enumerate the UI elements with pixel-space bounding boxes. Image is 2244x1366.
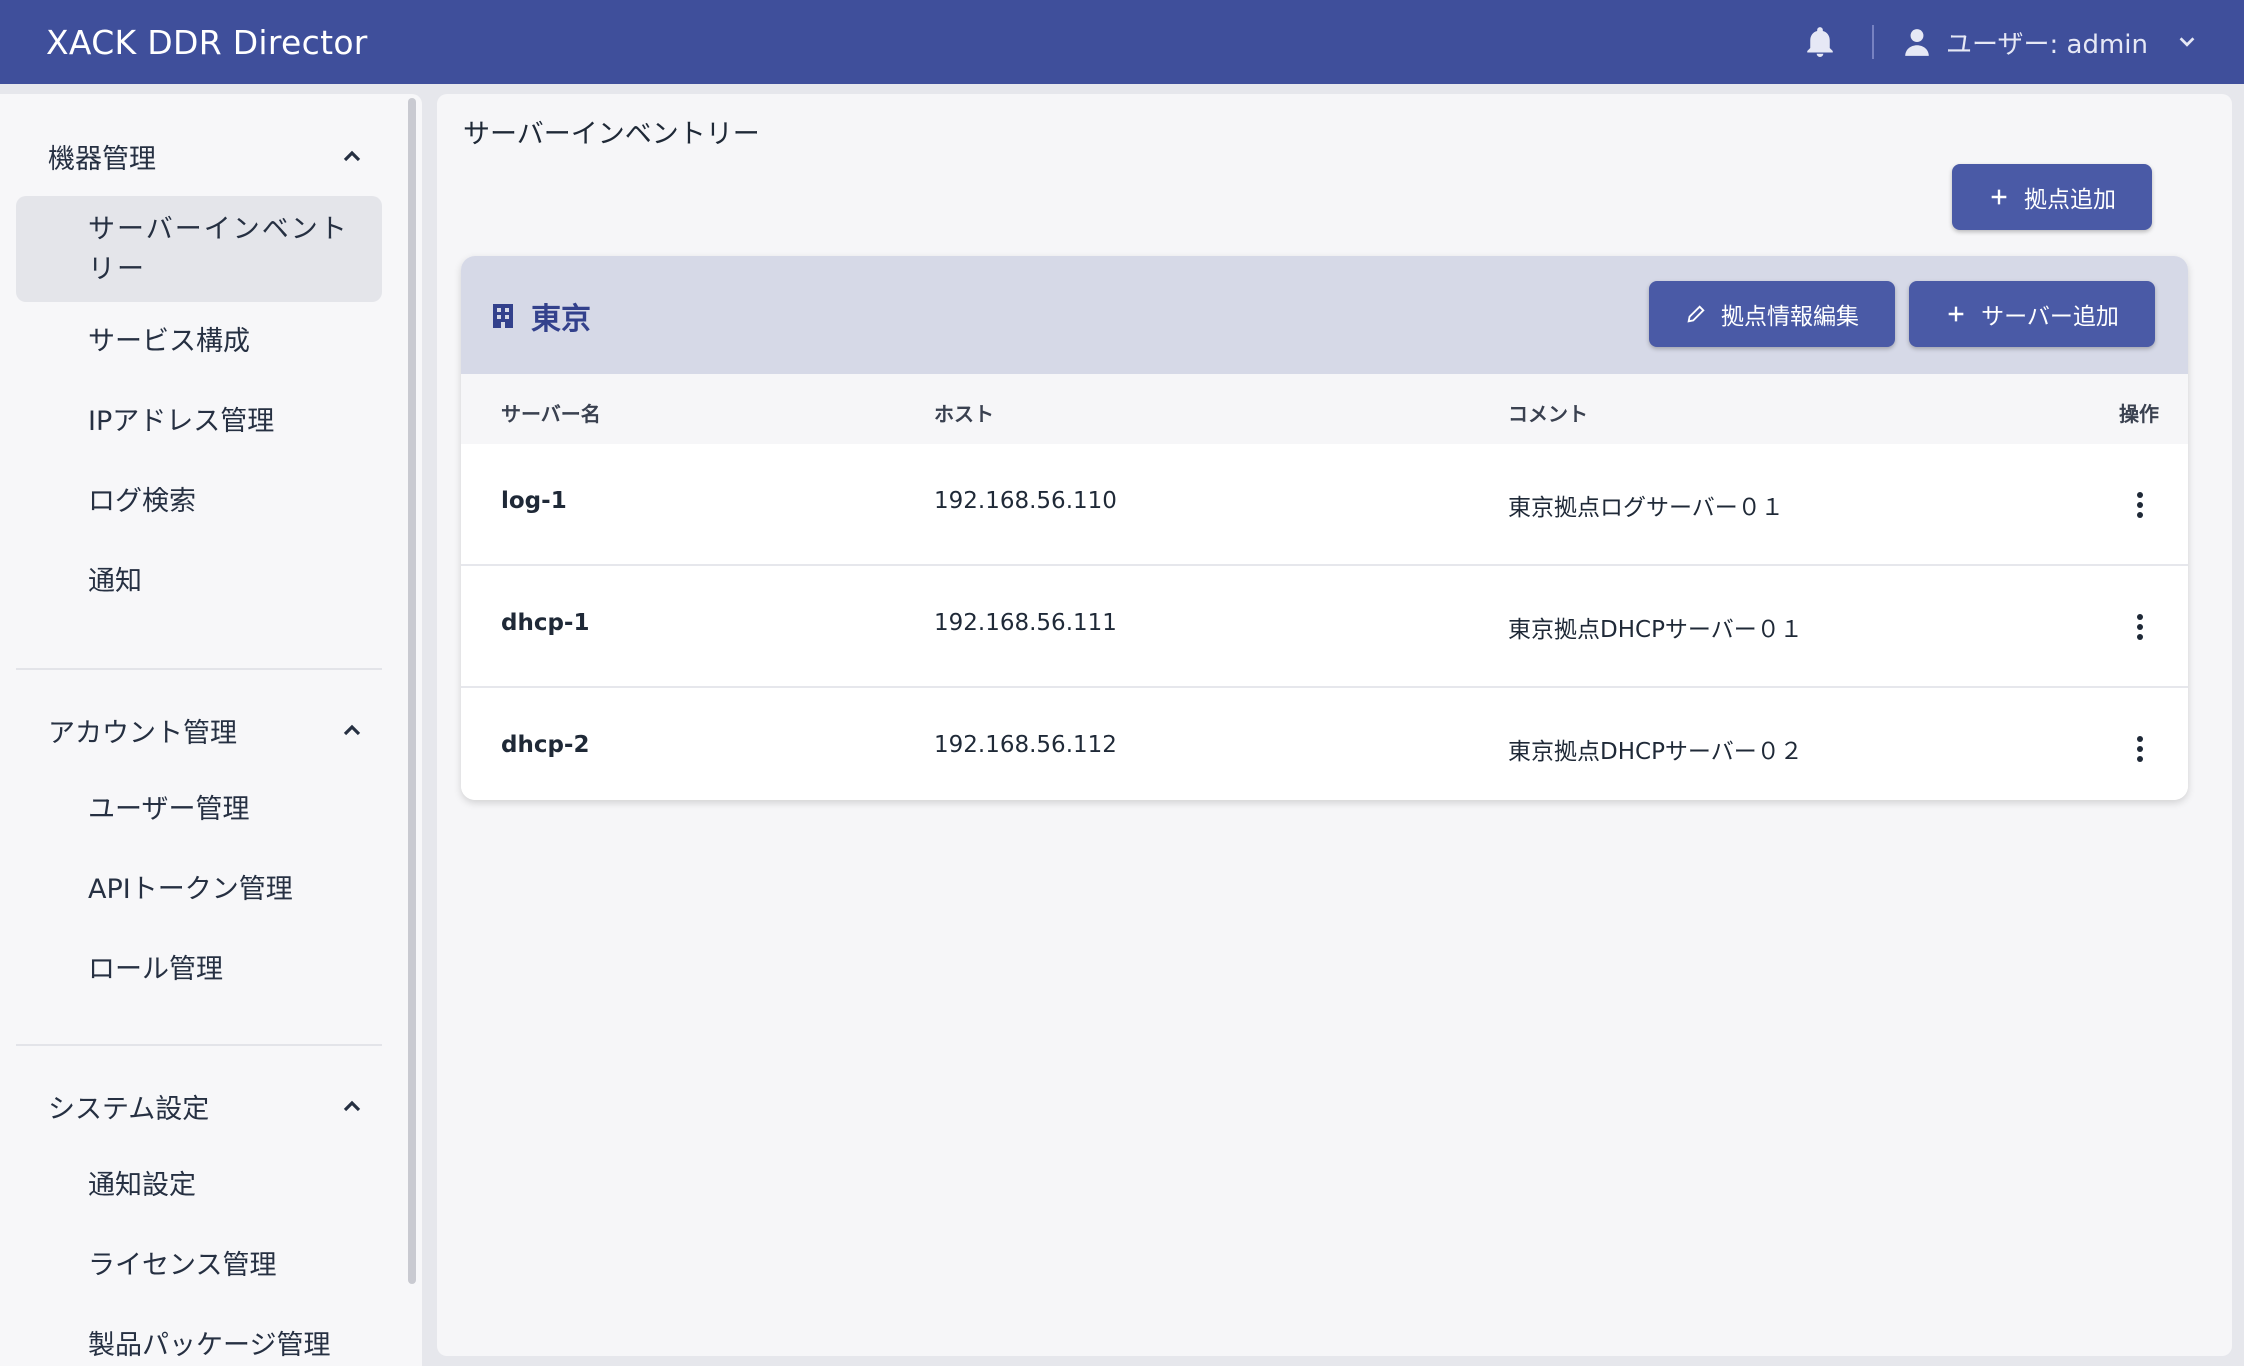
table-row[interactable]: log-1 192.168.56.110 東京拠点ログサーバー０１ (461, 444, 2188, 566)
sidebar-item-service-config[interactable]: サービス構成 (16, 302, 382, 382)
header-divider (1872, 25, 1875, 59)
user-menu[interactable]: ユーザー: admin (1904, 24, 2198, 61)
sidebar-item-server-inventory[interactable]: サーバーインベントリー (16, 196, 382, 302)
more-vert-icon[interactable] (2125, 732, 2155, 766)
header-actions: ユーザー: admin (1802, 24, 2198, 61)
sidebar-group-header-account[interactable]: アカウント管理 (16, 690, 382, 770)
sidebar: 機器管理 サーバーインベントリー サービス構成 IPアドレス管理 ログ検索 通知… (0, 94, 422, 1366)
host-cell: 192.168.56.112 (934, 732, 1117, 758)
chevron-up-icon (343, 1100, 361, 1112)
table-row[interactable]: dhcp-1 192.168.56.111 東京拠点DHCPサーバー０１ (461, 566, 2188, 688)
sidebar-group-title: 機器管理 (48, 143, 156, 175)
pencil-icon (1687, 305, 1705, 323)
sidebar-item-user-management[interactable]: ユーザー管理 (16, 770, 382, 850)
comment-cell: 東京拠点ログサーバー０１ (1508, 495, 1784, 521)
sidebar-group-header-system[interactable]: システム設定 (16, 1066, 382, 1146)
sidebar-divider (16, 668, 382, 670)
more-vert-icon[interactable] (2125, 488, 2155, 522)
sidebar-group-title: アカウント管理 (48, 717, 237, 749)
site-name: 東京 (491, 294, 591, 338)
sidebar-item-role-management[interactable]: ロール管理 (16, 930, 382, 1010)
sidebar-group-account: アカウント管理 ユーザー管理 APIトークン管理 ロール管理 (16, 690, 382, 1010)
bell-icon[interactable] (1802, 24, 1838, 60)
site-name-label: 東京 (531, 302, 591, 337)
sidebar-group-device: 機器管理 サーバーインベントリー サービス構成 IPアドレス管理 ログ検索 通知 (16, 116, 382, 622)
site-card: 東京 拠点情報編集 サーバー追加 サーバー名 ホスト コメント 操作 log-1… (461, 256, 2188, 800)
sidebar-item-ip-address[interactable]: IPアドレス管理 (16, 382, 382, 462)
edit-site-label: 拠点情報編集 (1721, 303, 1859, 329)
chevron-down-icon (2179, 37, 2195, 47)
server-name-cell: log-1 (501, 488, 567, 514)
table-row[interactable]: dhcp-2 192.168.56.112 東京拠点DHCPサーバー０２ (461, 688, 2188, 800)
chevron-up-icon (343, 150, 361, 162)
plus-icon (1948, 306, 1964, 322)
sidebar-scrollbar[interactable] (408, 98, 416, 1284)
column-header-host: ホスト (934, 402, 994, 426)
sidebar-item-license[interactable]: ライセンス管理 (16, 1226, 382, 1306)
building-icon (493, 304, 513, 328)
sidebar-item-notification[interactable]: 通知 (16, 542, 382, 622)
user-icon (1905, 29, 1929, 56)
sidebar-group-system: システム設定 通知設定 ライセンス管理 製品パッケージ管理 (16, 1066, 382, 1366)
sidebar-item-log-search[interactable]: ログ検索 (16, 462, 382, 542)
comment-cell: 東京拠点DHCPサーバー０２ (1508, 739, 1803, 765)
sidebar-group-title: システム設定 (48, 1093, 210, 1125)
table-header: サーバー名 ホスト コメント 操作 (461, 374, 2188, 444)
add-server-button[interactable]: サーバー追加 (1909, 281, 2155, 347)
sidebar-group-header-device[interactable]: 機器管理 (16, 116, 382, 196)
chevron-up-icon (343, 724, 361, 736)
comment-cell: 東京拠点DHCPサーバー０１ (1508, 617, 1803, 643)
user-label: ユーザー: admin (1946, 29, 2148, 60)
edit-site-button[interactable]: 拠点情報編集 (1649, 281, 1895, 347)
more-vert-icon[interactable] (2125, 610, 2155, 644)
add-site-label: 拠点追加 (2024, 186, 2116, 212)
host-cell: 192.168.56.110 (934, 488, 1117, 514)
column-header-actions: 操作 (2119, 402, 2159, 426)
app-header: XACK DDR Director ユーザー: admin (0, 0, 2244, 84)
add-site-button[interactable]: 拠点追加 (1952, 164, 2152, 230)
sidebar-item-notification-settings[interactable]: 通知設定 (16, 1146, 382, 1226)
app-title: XACK DDR Director (46, 22, 368, 62)
main-panel: サーバーインベントリー 拠点追加 東京 拠点情報編集 サーバー追加 サーバー名 … (437, 94, 2232, 1356)
column-header-comment: コメント (1508, 402, 1588, 426)
site-header: 東京 拠点情報編集 サーバー追加 (461, 256, 2188, 374)
sidebar-divider (16, 1044, 382, 1046)
server-name-cell: dhcp-1 (501, 610, 590, 636)
sidebar-item-package[interactable]: 製品パッケージ管理 (16, 1306, 382, 1366)
page-title: サーバーインベントリー (463, 119, 760, 150)
column-header-server-name: サーバー名 (501, 402, 601, 426)
add-server-label: サーバー追加 (1981, 303, 2119, 329)
plus-icon (1991, 189, 2007, 205)
server-name-cell: dhcp-2 (501, 732, 590, 758)
host-cell: 192.168.56.111 (934, 610, 1117, 636)
sidebar-item-api-token[interactable]: APIトークン管理 (16, 850, 382, 930)
